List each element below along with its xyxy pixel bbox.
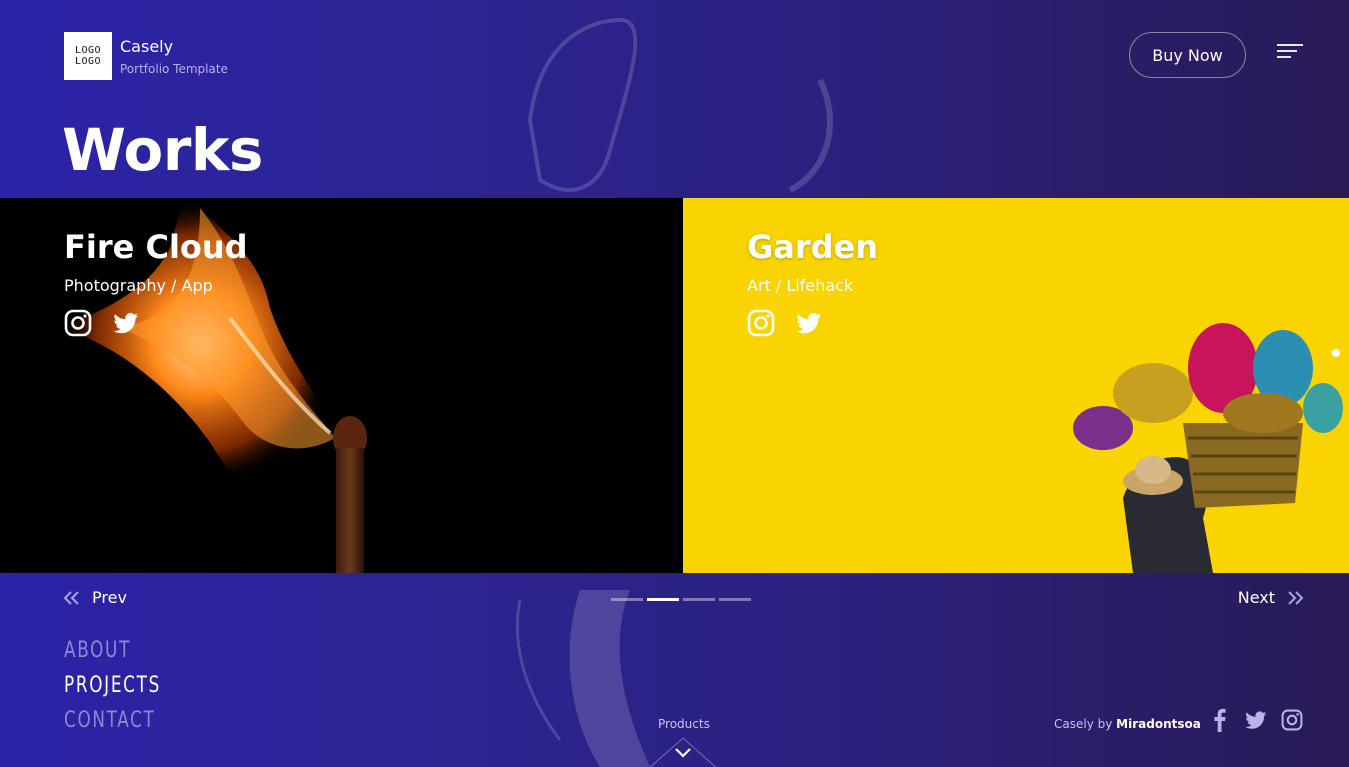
work-social-links xyxy=(747,309,823,337)
work-card-fire-cloud[interactable]: Fire Cloud Photography / App xyxy=(0,198,683,573)
next-button[interactable]: Next xyxy=(1238,588,1305,607)
facebook-icon[interactable] xyxy=(1208,707,1232,733)
prev-button[interactable]: Prev xyxy=(62,588,127,607)
work-social-links xyxy=(64,309,140,337)
credit-text: Casely by Miradontsoa xyxy=(1054,717,1201,731)
brand-subtitle: Portfolio Template xyxy=(120,62,228,76)
instagram-icon[interactable] xyxy=(747,309,775,337)
brand-name[interactable]: Casely xyxy=(120,37,173,56)
pagination-dot[interactable] xyxy=(683,598,715,601)
logo[interactable]: LOGO LOGO xyxy=(64,32,112,80)
pagination-dot[interactable] xyxy=(719,598,751,601)
buy-now-button[interactable]: Buy Now xyxy=(1129,32,1246,78)
prev-label: Prev xyxy=(92,588,127,607)
hamburger-menu-icon[interactable] xyxy=(1277,44,1303,60)
footer-nav: ABOUT PROJECTS CONTACT xyxy=(64,638,178,743)
work-title[interactable]: Fire Cloud xyxy=(64,228,248,266)
slider-pagination xyxy=(611,598,751,601)
products-tab-chevron-down-icon[interactable] xyxy=(647,736,719,767)
page-title: Works xyxy=(62,116,263,184)
twitter-icon[interactable] xyxy=(1244,707,1268,733)
nav-link-about[interactable]: ABOUT xyxy=(64,638,161,673)
work-title[interactable]: Garden xyxy=(747,228,878,266)
logo-text-line-2: LOGO xyxy=(74,56,102,67)
footer-social-links xyxy=(1208,707,1304,733)
double-chevron-left-icon xyxy=(63,590,79,605)
twitter-icon[interactable] xyxy=(795,309,823,337)
work-category: Photography / App xyxy=(64,276,213,295)
double-chevron-right-icon xyxy=(1288,590,1304,605)
pagination-dot-active[interactable] xyxy=(647,598,679,601)
twitter-icon[interactable] xyxy=(112,309,140,337)
next-label: Next xyxy=(1237,588,1275,607)
credit-prefix: Casely by xyxy=(1054,717,1113,731)
instagram-icon[interactable] xyxy=(1280,707,1304,733)
nav-link-contact[interactable]: CONTACT xyxy=(64,708,161,743)
nav-link-projects[interactable]: PROJECTS xyxy=(64,673,161,708)
pagination-dot[interactable] xyxy=(611,598,643,601)
instagram-icon[interactable] xyxy=(64,309,92,337)
products-label[interactable]: Products xyxy=(658,717,710,731)
credit-author-link[interactable]: Miradontsoa xyxy=(1116,717,1201,731)
logo-text-line-1: LOGO xyxy=(74,45,102,56)
work-category: Art / Lifehack xyxy=(747,276,854,295)
work-card-garden[interactable]: Garden Art / Lifehack xyxy=(683,198,1349,573)
scroll-indicator-dot[interactable] xyxy=(1332,349,1340,357)
